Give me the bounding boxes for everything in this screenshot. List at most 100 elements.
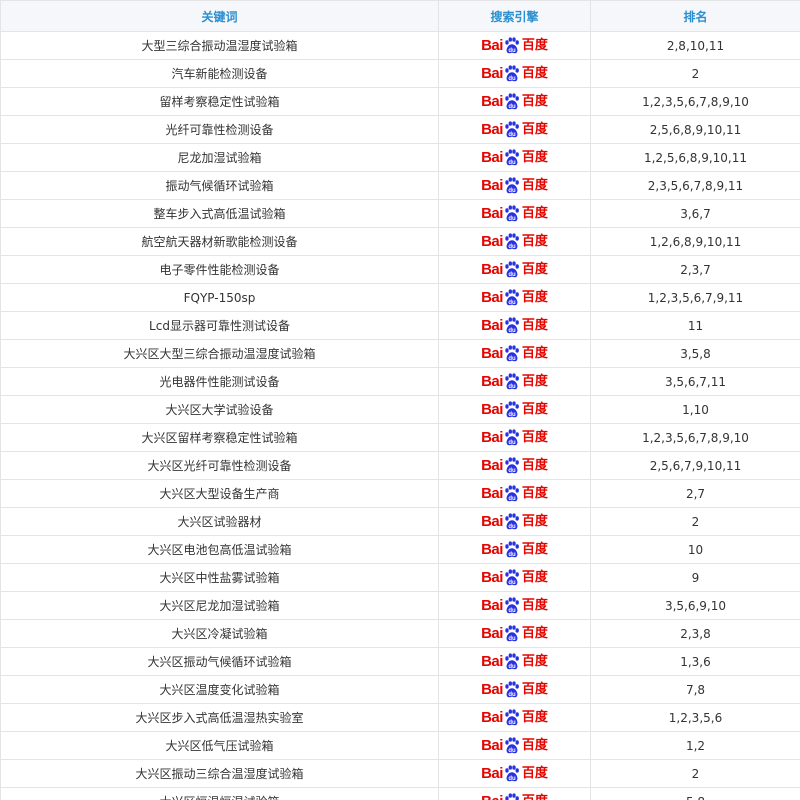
keyword-cell: 振动气候循环试验箱 <box>0 171 439 200</box>
baidu-logo[interactable]: Bai du 百度 <box>481 91 548 113</box>
baidu-logo[interactable]: Bai du 百度 <box>481 791 548 800</box>
baidu-logo[interactable]: Bai du 百度 <box>481 231 548 253</box>
baidu-logo[interactable]: Bai du 百度 <box>481 427 548 449</box>
search-engine-cell[interactable]: Bai du 百度 <box>438 479 591 508</box>
svg-text:du: du <box>508 775 516 781</box>
search-engine-cell[interactable]: Bai du 百度 <box>438 451 591 480</box>
search-engine-cell[interactable]: Bai du 百度 <box>438 731 591 760</box>
search-engine-cell[interactable]: Bai du 百度 <box>438 199 591 228</box>
baidu-logo[interactable]: Bai du 百度 <box>481 259 548 281</box>
baidu-logo[interactable]: Bai du 百度 <box>481 203 548 225</box>
logo-latin-text: Bai <box>481 429 503 446</box>
keyword-cell: 大兴区振动气候循环试验箱 <box>0 647 439 676</box>
baidu-paw-icon: du <box>505 596 519 613</box>
baidu-logo[interactable]: Bai du 百度 <box>481 63 548 85</box>
search-engine-cell[interactable]: Bai du 百度 <box>438 171 591 200</box>
logo-latin-text: Bai <box>481 681 503 698</box>
rank-cell: 2,3,7 <box>590 255 800 284</box>
logo-cn-text: 百度 <box>521 290 548 305</box>
logo-cn-text: 百度 <box>521 318 548 333</box>
table-row: 整车步入式高低温试验箱 Bai du 百度 3,6,7 <box>0 199 800 228</box>
svg-text:du: du <box>508 383 516 389</box>
baidu-logo[interactable]: Bai du 百度 <box>481 119 548 141</box>
search-engine-cell[interactable]: Bai du 百度 <box>438 255 591 284</box>
baidu-logo[interactable]: Bai du 百度 <box>481 763 548 785</box>
baidu-logo[interactable]: Bai du 百度 <box>481 511 548 533</box>
logo-latin-text: Bai <box>481 485 503 502</box>
keyword-cell: 大兴区大学试验设备 <box>0 395 439 424</box>
baidu-paw-icon: du <box>505 624 519 641</box>
baidu-logo[interactable]: Bai du 百度 <box>481 315 548 337</box>
rank-cell: 2,3,5,6,7,8,9,11 <box>590 171 800 200</box>
table-row: 大兴区大型设备生产商 Bai du 百度 2,7 <box>0 479 800 508</box>
baidu-paw-icon: du <box>505 148 519 165</box>
search-engine-cell[interactable]: Bai du 百度 <box>438 31 591 60</box>
search-engine-cell[interactable]: Bai du 百度 <box>438 87 591 116</box>
svg-text:du: du <box>508 327 516 333</box>
baidu-logo[interactable]: Bai du 百度 <box>481 35 548 57</box>
search-engine-cell[interactable]: Bai du 百度 <box>438 115 591 144</box>
baidu-logo[interactable]: Bai du 百度 <box>481 399 548 421</box>
baidu-logo[interactable]: Bai du 百度 <box>481 567 548 589</box>
rank-column-header: 排名 <box>590 0 800 32</box>
logo-cn-text: 百度 <box>521 346 548 361</box>
rank-cell: 3,5,6,9,10 <box>590 591 800 620</box>
search-engine-cell[interactable]: Bai du 百度 <box>438 759 591 788</box>
keyword-cell: 留样考察稳定性试验箱 <box>0 87 439 116</box>
search-engine-cell[interactable]: Bai du 百度 <box>438 423 591 452</box>
table-row: 大兴区大型三综合振动温湿度试验箱 Bai du 百度 3,5,8 <box>0 339 800 368</box>
logo-cn-text: 百度 <box>521 570 548 585</box>
baidu-logo[interactable]: Bai du 百度 <box>481 343 548 365</box>
logo-cn-text: 百度 <box>521 682 548 697</box>
baidu-logo[interactable]: Bai du 百度 <box>481 595 548 617</box>
search-engine-cell[interactable]: Bai du 百度 <box>438 619 591 648</box>
search-engine-cell[interactable]: Bai du 百度 <box>438 787 591 800</box>
search-engine-cell[interactable]: Bai du 百度 <box>438 311 591 340</box>
baidu-logo[interactable]: Bai du 百度 <box>481 371 548 393</box>
baidu-logo[interactable]: Bai du 百度 <box>481 147 548 169</box>
logo-latin-text: Bai <box>481 345 503 362</box>
search-engine-cell[interactable]: Bai du 百度 <box>438 703 591 732</box>
search-engine-cell[interactable]: Bai du 百度 <box>438 535 591 564</box>
baidu-logo[interactable]: Bai du 百度 <box>481 707 548 729</box>
logo-latin-text: Bai <box>481 625 503 642</box>
baidu-logo[interactable]: Bai du 百度 <box>481 735 548 757</box>
search-engine-cell[interactable]: Bai du 百度 <box>438 395 591 424</box>
logo-latin-text: Bai <box>481 597 503 614</box>
table-row: 大兴区光纤可靠性检测设备 Bai du 百度 2,5,6,7,9,10,11 <box>0 451 800 480</box>
baidu-logo[interactable]: Bai du 百度 <box>481 287 548 309</box>
baidu-logo[interactable]: Bai du 百度 <box>481 175 548 197</box>
logo-cn-text: 百度 <box>521 430 548 445</box>
table-row: 尼龙加湿试验箱 Bai du 百度 1,2,5,6,8,9,10,11 <box>0 143 800 172</box>
search-engine-cell[interactable]: Bai du 百度 <box>438 339 591 368</box>
search-engine-cell[interactable]: Bai du 百度 <box>438 647 591 676</box>
svg-text:du: du <box>508 551 516 557</box>
search-engine-cell[interactable]: Bai du 百度 <box>438 143 591 172</box>
baidu-logo[interactable]: Bai du 百度 <box>481 539 548 561</box>
search-engine-cell[interactable]: Bai du 百度 <box>438 59 591 88</box>
search-engine-cell[interactable]: Bai du 百度 <box>438 507 591 536</box>
baidu-paw-icon: du <box>505 120 519 137</box>
search-engine-column-header: 搜索引擎 <box>438 0 591 32</box>
baidu-logo[interactable]: Bai du 百度 <box>481 679 548 701</box>
baidu-logo[interactable]: Bai du 百度 <box>481 623 548 645</box>
search-engine-cell[interactable]: Bai du 百度 <box>438 283 591 312</box>
search-engine-cell[interactable]: Bai du 百度 <box>438 227 591 256</box>
svg-text:du: du <box>508 75 516 81</box>
keyword-cell: 大兴区中性盐雾试验箱 <box>0 563 439 592</box>
search-engine-cell[interactable]: Bai du 百度 <box>438 675 591 704</box>
search-engine-cell[interactable]: Bai du 百度 <box>438 591 591 620</box>
keyword-cell: 大兴区大型三综合振动温湿度试验箱 <box>0 339 439 368</box>
table-row: 大兴区试验器材 Bai du 百度 2 <box>0 507 800 536</box>
table-row: 大兴区振动气候循环试验箱 Bai du 百度 1,3,6 <box>0 647 800 676</box>
baidu-logo[interactable]: Bai du 百度 <box>481 483 548 505</box>
baidu-logo[interactable]: Bai du 百度 <box>481 651 548 673</box>
keyword-cell: 尼龙加湿试验箱 <box>0 143 439 172</box>
svg-text:du: du <box>508 187 516 193</box>
search-engine-cell[interactable]: Bai du 百度 <box>438 563 591 592</box>
baidu-logo[interactable]: Bai du 百度 <box>481 455 548 477</box>
svg-text:du: du <box>508 159 516 165</box>
search-engine-cell[interactable]: Bai du 百度 <box>438 367 591 396</box>
table-row: 大兴区留样考察稳定性试验箱 Bai du 百度 1,2,3,5,6,7,8,9,… <box>0 423 800 452</box>
table-row: Lcd显示器可靠性测试设备 Bai du 百度 11 <box>0 311 800 340</box>
